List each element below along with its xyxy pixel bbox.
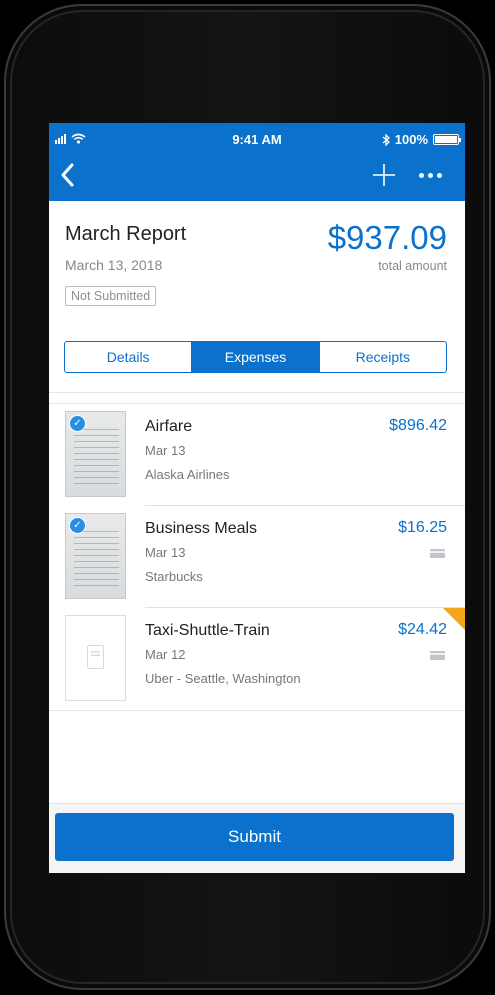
report-date: March 13, 2018 bbox=[65, 257, 163, 273]
status-bar: 9:41 AM 100% bbox=[49, 132, 465, 150]
app-screen: 9:41 AM 100% March Report March 13, 2018… bbox=[49, 123, 465, 873]
battery-icon bbox=[433, 134, 461, 145]
total-amount-label: total amount bbox=[378, 259, 447, 273]
expense-title: Taxi-Shuttle-Train bbox=[145, 622, 270, 639]
expense-date: Mar 13 bbox=[145, 545, 186, 560]
battery-percent: 100% bbox=[394, 132, 428, 147]
expense-row-airfare[interactable]: ✓ Airfare Mar 13 Alaska Airlines $896.42 bbox=[49, 404, 465, 506]
tab-expenses[interactable]: Expenses bbox=[192, 342, 320, 372]
tab-details[interactable]: Details bbox=[65, 342, 193, 372]
verified-check-icon: ✓ bbox=[69, 415, 86, 432]
expense-title: Business Meals bbox=[145, 520, 258, 537]
expense-merchant: Alaska Airlines bbox=[145, 467, 230, 482]
expense-date: Mar 12 bbox=[145, 647, 186, 662]
expense-amount: $24.42 bbox=[398, 621, 447, 638]
expense-title: Airfare bbox=[145, 418, 193, 435]
ellipsis-icon[interactable] bbox=[419, 168, 459, 182]
phone-frame: 9:41 AM 100% March Report March 13, 2018… bbox=[4, 4, 491, 990]
receipt-thumbnail[interactable]: ✓ bbox=[65, 513, 126, 599]
report-title: March Report bbox=[65, 223, 187, 245]
verified-check-icon: ✓ bbox=[69, 517, 86, 534]
expense-amount: $896.42 bbox=[389, 417, 447, 434]
plus-icon[interactable] bbox=[371, 161, 397, 189]
submit-button[interactable]: Submit bbox=[55, 813, 454, 861]
total-amount: $937.09 bbox=[327, 219, 447, 256]
expense-row-taxi[interactable]: Taxi-Shuttle-Train Mar 12 Uber - Seattle… bbox=[49, 608, 465, 710]
status-badge: Not Submitted bbox=[65, 286, 157, 306]
bluetooth-icon bbox=[382, 133, 390, 146]
tab-receipts[interactable]: Receipts bbox=[320, 342, 446, 372]
receipt-icon bbox=[87, 645, 104, 669]
expense-date: Mar 13 bbox=[145, 443, 186, 458]
expense-merchant: Starbucks bbox=[145, 569, 203, 584]
credit-card-icon bbox=[430, 549, 445, 558]
chevron-left-icon[interactable] bbox=[57, 160, 79, 190]
top-bar: 9:41 AM 100% bbox=[49, 123, 465, 201]
tab-bar: Details Expenses Receipts bbox=[64, 341, 447, 373]
credit-card-icon bbox=[430, 651, 445, 660]
list-bottom-border bbox=[49, 710, 465, 711]
expense-amount: $16.25 bbox=[398, 519, 447, 536]
receipt-thumbnail[interactable]: ✓ bbox=[65, 411, 126, 497]
expense-merchant: Uber - Seattle, Washington bbox=[145, 671, 301, 686]
expense-row-business-meals[interactable]: ✓ Business Meals Mar 13 Starbucks $16.25 bbox=[49, 506, 465, 608]
section-divider bbox=[49, 392, 465, 393]
receipt-placeholder[interactable] bbox=[65, 615, 126, 701]
bottom-bar: Submit bbox=[49, 803, 465, 873]
